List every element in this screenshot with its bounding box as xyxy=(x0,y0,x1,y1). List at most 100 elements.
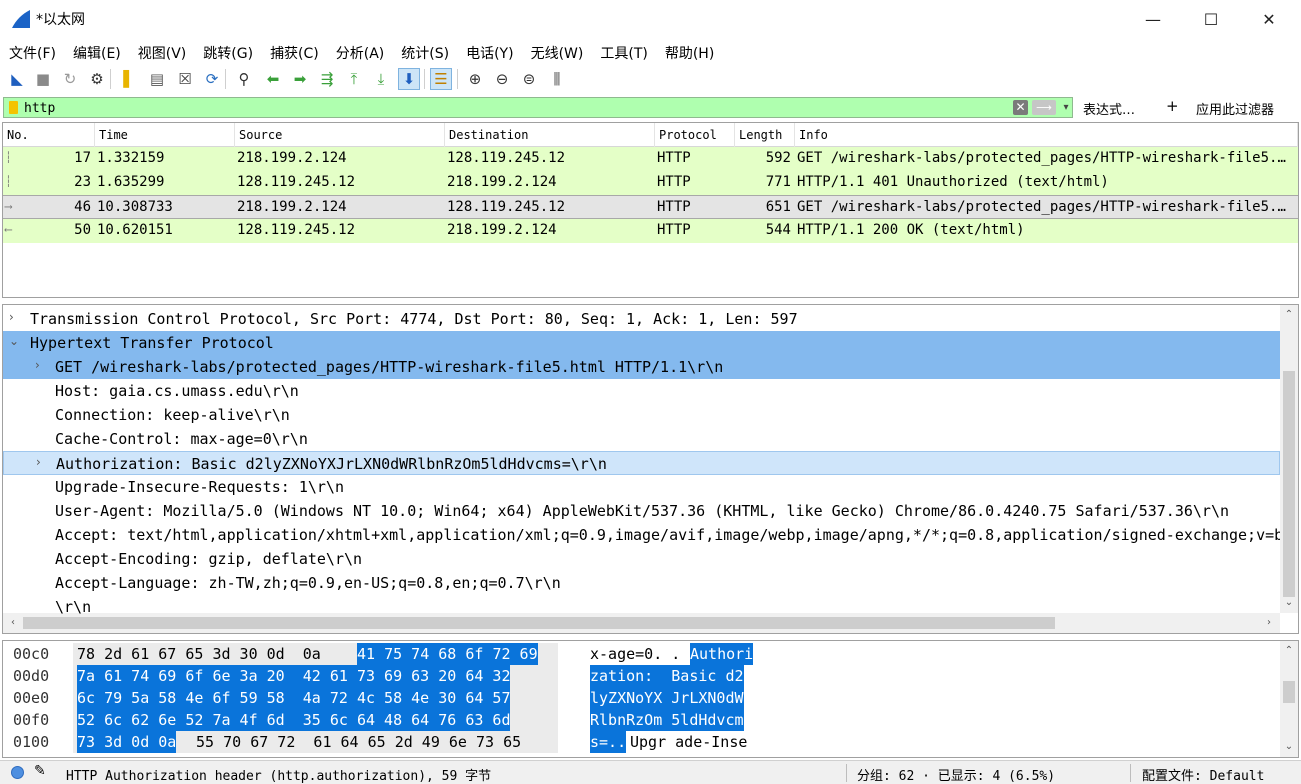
hex-bytes-highlighted[interactable]: 73 3d 0d 0a xyxy=(77,731,177,753)
hex-bytes[interactable]: 78 2d 61 67 65 3d 30 0d 0a xyxy=(77,643,330,665)
go-first-packet-icon[interactable]: ⤒ xyxy=(343,68,365,90)
packet-destination: 218.199.2.124 xyxy=(447,222,557,238)
detail-tree-item[interactable]: › Authorization: Basic d2lyZXNoYXJrLXN0dW… xyxy=(3,451,1280,475)
details-vertical-scrollbar[interactable]: ⌃ ⌄ xyxy=(1280,305,1298,613)
column-header-info[interactable]: Info xyxy=(795,123,1298,147)
detail-tree-item[interactable]: Accept: text/html,application/xhtml+xml,… xyxy=(3,523,1280,547)
detail-tree-item[interactable]: Accept-Language: zh-TW,zh;q=0.9,en-US;q=… xyxy=(3,571,1280,595)
detail-tree-item[interactable]: \r\n xyxy=(3,595,1280,619)
hex-bytes-highlighted[interactable]: 52 6c 62 6e 52 7a 4f 6d 35 6c 64 48 64 7… xyxy=(77,709,511,731)
go-back-icon[interactable]: ⬅ xyxy=(262,68,284,90)
ascii-bytes-highlighted[interactable]: zation: Basic d2 xyxy=(590,665,744,687)
menu-item[interactable]: 帮助(H) xyxy=(656,40,722,64)
bytes-scroll-down-icon[interactable]: ⌄ xyxy=(1281,739,1297,755)
detail-tree-item[interactable]: Cache-Control: max-age=0\r\n xyxy=(3,427,1280,451)
auto-scroll-icon[interactable]: ⬇ xyxy=(398,68,420,90)
apply-filter-arrow-icon[interactable]: ⟶ xyxy=(1032,100,1056,115)
menu-item[interactable]: 捕获(C) xyxy=(261,40,327,64)
menu-item[interactable]: 跳转(G) xyxy=(194,40,261,64)
toolbar-separator xyxy=(457,69,458,89)
hex-bytes-highlighted[interactable]: 7a 61 74 69 6f 6e 3a 20 42 61 73 69 63 2… xyxy=(77,665,511,687)
packet-row[interactable]: ┆ 23 1.635299 128.119.245.12 218.199.2.124 HT… xyxy=(3,171,1298,195)
stop-capture-icon[interactable]: ■ xyxy=(32,68,54,90)
menu-item[interactable]: 编辑(E) xyxy=(64,40,129,64)
detail-tree-item[interactable]: › GET /wireshark-labs/protected_pages/HTT… xyxy=(3,355,1280,379)
capture-options-icon[interactable]: ⚙ xyxy=(86,68,108,90)
column-header-destination[interactable]: Destination xyxy=(445,123,655,147)
details-vertical-scroll-thumb[interactable] xyxy=(1283,371,1295,597)
filter-history-dropdown-icon[interactable]: ▾ xyxy=(1060,99,1072,116)
add-filter-button[interactable]: + xyxy=(1166,97,1179,115)
minimize-button[interactable]: — xyxy=(1124,0,1182,38)
packet-row[interactable]: ⟶ 46 10.308733 218.199.2.124 128.119.245.12 H… xyxy=(3,195,1298,219)
detail-text: Accept-Encoding: gzip, deflate\r\n xyxy=(55,550,363,568)
detail-tree-item[interactable]: Connection: keep-alive\r\n xyxy=(3,403,1280,427)
expanded-arrow-icon[interactable]: ⌄ xyxy=(9,334,19,348)
column-header-source[interactable]: Source xyxy=(235,123,445,147)
open-file-icon[interactable]: ▌ xyxy=(118,68,140,90)
go-last-packet-icon[interactable]: ⤓ xyxy=(370,68,392,90)
detail-tree-item[interactable]: Accept-Encoding: gzip, deflate\r\n xyxy=(3,547,1280,571)
go-to-packet-icon[interactable]: ⇶ xyxy=(316,68,338,90)
collapsed-arrow-icon[interactable]: › xyxy=(36,455,41,469)
column-header-protocol[interactable]: Protocol xyxy=(655,123,735,147)
expert-info-led-icon[interactable] xyxy=(11,766,24,779)
packet-row[interactable]: ⟵ 50 10.620151 128.119.245.12 218.199.2.124 H… xyxy=(3,219,1298,243)
hex-bytes-highlighted[interactable]: 41 75 74 68 6f 72 69 xyxy=(357,643,538,665)
ascii-bytes[interactable]: x-age=0. . xyxy=(590,643,680,665)
menu-item[interactable]: 文件(F) xyxy=(0,40,64,64)
bytes-scroll-up-icon[interactable]: ⌃ xyxy=(1281,643,1297,659)
ascii-bytes-highlighted[interactable]: s=.. xyxy=(590,731,627,753)
menu-item[interactable]: 电话(Y) xyxy=(457,40,521,64)
status-profile[interactable]: 配置文件: Default xyxy=(1142,765,1264,784)
bytes-vertical-scrollbar[interactable]: ⌃ ⌄ xyxy=(1280,641,1298,757)
ascii-bytes[interactable]: Upgr ade-Inse xyxy=(630,731,747,753)
save-file-icon[interactable]: ▤ xyxy=(146,68,168,90)
packet-row[interactable]: ┆ 17 1.332159 218.199.2.124 128.119.245.12 HT… xyxy=(3,147,1298,171)
reload-file-icon[interactable]: ⟳ xyxy=(201,68,223,90)
hex-bytes-highlighted[interactable]: 6c 79 5a 58 4e 6f 59 58 4a 72 4c 58 4e 3… xyxy=(77,687,511,709)
collapsed-arrow-icon[interactable]: › xyxy=(9,310,14,324)
restart-capture-icon[interactable]: ↻ xyxy=(59,68,81,90)
ascii-bytes-highlighted[interactable]: RlbnRzOm 5ldHdvcm xyxy=(590,709,744,731)
hex-bytes[interactable]: 55 70 67 72 61 64 65 2d 49 6e 73 65 xyxy=(187,731,521,753)
zoom-in-icon[interactable]: ⊕ xyxy=(464,68,486,90)
go-forward-icon[interactable]: ➡ xyxy=(289,68,311,90)
ascii-bytes-highlighted[interactable]: Authori xyxy=(690,643,754,665)
ascii-bytes-highlighted[interactable]: lyZXNoYX JrLXN0dW xyxy=(590,687,744,709)
collapsed-arrow-icon[interactable]: › xyxy=(35,358,40,372)
bytes-vertical-scroll-thumb[interactable] xyxy=(1283,681,1295,703)
find-packet-icon[interactable]: ⚲ xyxy=(233,68,255,90)
menu-item[interactable]: 分析(A) xyxy=(327,40,393,64)
column-header-time[interactable]: Time xyxy=(95,123,235,147)
menu-item[interactable]: 统计(S) xyxy=(392,40,457,64)
menu-item[interactable]: 工具(T) xyxy=(591,40,655,64)
apply-this-filter-button[interactable]: 应用此过滤器 xyxy=(1196,99,1274,118)
column-header-length[interactable]: Length xyxy=(735,123,795,147)
maximize-button[interactable]: ☐ xyxy=(1182,0,1240,38)
hex-dump-line: 00f0 52 6c 62 6e 52 7a 4f 6d 35 6c 64 48 … xyxy=(3,709,1280,731)
detail-tree-item[interactable]: Host: gaia.cs.umass.edu\r\n xyxy=(3,379,1280,403)
capture-comment-icon[interactable]: ✎ xyxy=(34,763,46,779)
scroll-up-icon[interactable]: ⌃ xyxy=(1281,307,1297,323)
display-filter-input[interactable] xyxy=(24,98,1004,117)
expression-button[interactable]: 表达式… xyxy=(1083,99,1135,118)
detail-tree-item[interactable]: User-Agent: Mozilla/5.0 (Windows NT 10.0… xyxy=(3,499,1280,523)
close-file-icon[interactable]: ☒ xyxy=(174,68,196,90)
filter-bookmark-icon[interactable] xyxy=(9,101,18,114)
resize-columns-icon[interactable]: ⫼ xyxy=(546,68,568,90)
hex-dump-line: 00e0 6c 79 5a 58 4e 6f 59 58 4a 72 4c 58 … xyxy=(3,687,1280,709)
start-capture-icon[interactable]: ◣ xyxy=(6,68,28,90)
colorize-icon[interactable]: ☰ xyxy=(430,68,452,90)
scroll-down-icon[interactable]: ⌄ xyxy=(1281,595,1297,611)
zoom-out-icon[interactable]: ⊖ xyxy=(491,68,513,90)
zoom-normal-icon[interactable]: ⊜ xyxy=(518,68,540,90)
clear-filter-icon[interactable]: ✕ xyxy=(1013,100,1028,115)
close-window-button[interactable]: ✕ xyxy=(1240,0,1298,38)
menu-item[interactable]: 视图(V) xyxy=(129,40,195,64)
menu-item[interactable]: 无线(W) xyxy=(522,40,592,64)
detail-tree-item[interactable]: Upgrade-Insecure-Requests: 1\r\n xyxy=(3,475,1280,499)
column-header-no[interactable]: No. xyxy=(3,123,95,147)
detail-tree-item[interactable]: ⌄ Hypertext Transfer Protocol xyxy=(3,331,1280,355)
detail-tree-item[interactable]: › Transmission Control Protocol, Src Port… xyxy=(3,307,1280,331)
